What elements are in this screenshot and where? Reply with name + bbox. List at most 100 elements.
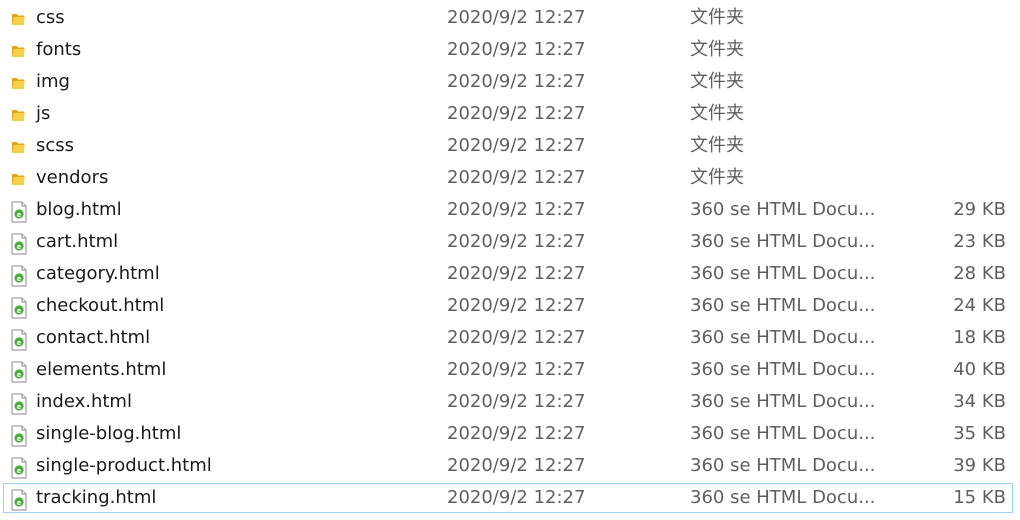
- svg-text:e: e: [17, 467, 22, 475]
- file-type: 文件夹: [690, 7, 744, 28]
- file-name: category.html: [36, 263, 160, 284]
- file-type: 360 se HTML Docu...: [690, 359, 876, 380]
- file-size: 23 KB: [953, 231, 1006, 252]
- folder-icon: [9, 137, 29, 157]
- file-name: single-product.html: [36, 455, 212, 476]
- file-row-css[interactable]: css 2020/9/2 12:27 文件夹: [3, 3, 1013, 33]
- file-type: 360 se HTML Docu...: [690, 327, 876, 348]
- file-modified: 2020/9/2 12:27: [447, 263, 586, 284]
- file-modified: 2020/9/2 12:27: [447, 231, 586, 252]
- svg-text:e: e: [17, 403, 22, 411]
- file-modified: 2020/9/2 12:27: [447, 423, 586, 444]
- html-file-icon: e: [9, 393, 29, 415]
- file-modified: 2020/9/2 12:27: [447, 487, 586, 508]
- file-name: tracking.html: [36, 487, 157, 508]
- file-type: 360 se HTML Docu...: [690, 263, 876, 284]
- file-modified: 2020/9/2 12:27: [447, 167, 586, 188]
- folder-icon: [9, 41, 29, 61]
- html-file-icon: e: [9, 233, 29, 255]
- file-type: 360 se HTML Docu...: [690, 295, 876, 316]
- html-file-icon: e: [9, 425, 29, 447]
- svg-text:e: e: [17, 371, 22, 379]
- file-row-tracking-html[interactable]: e tracking.html 2020/9/2 12:27 360 se HT…: [3, 483, 1013, 513]
- folder-icon: [9, 169, 29, 189]
- file-type: 文件夹: [690, 167, 744, 188]
- file-row-index-html[interactable]: e index.html 2020/9/2 12:27 360 se HTML …: [3, 387, 1013, 417]
- svg-text:e: e: [17, 435, 22, 443]
- svg-text:e: e: [17, 307, 22, 315]
- file-type: 360 se HTML Docu...: [690, 231, 876, 252]
- file-row-fonts[interactable]: fonts 2020/9/2 12:27 文件夹: [3, 35, 1013, 65]
- file-size: 29 KB: [953, 199, 1006, 220]
- file-name: contact.html: [36, 327, 151, 348]
- file-row-single-blog-html[interactable]: e single-blog.html 2020/9/2 12:27 360 se…: [3, 419, 1013, 449]
- folder-icon: [9, 73, 29, 93]
- file-name: img: [36, 71, 70, 92]
- file-modified: 2020/9/2 12:27: [447, 71, 586, 92]
- html-file-icon: e: [9, 361, 29, 383]
- file-row-blog-html[interactable]: e blog.html 2020/9/2 12:27 360 se HTML D…: [3, 195, 1013, 225]
- file-row-vendors[interactable]: vendors 2020/9/2 12:27 文件夹: [3, 163, 1013, 193]
- html-file-icon: e: [9, 265, 29, 287]
- file-type: 文件夹: [690, 135, 744, 156]
- file-row-cart-html[interactable]: e cart.html 2020/9/2 12:27 360 se HTML D…: [3, 227, 1013, 257]
- file-size: 18 KB: [953, 327, 1006, 348]
- file-size: 35 KB: [953, 423, 1006, 444]
- file-modified: 2020/9/2 12:27: [447, 327, 586, 348]
- file-name: js: [36, 103, 51, 124]
- file-type: 360 se HTML Docu...: [690, 391, 876, 412]
- file-name: vendors: [36, 167, 109, 188]
- file-type: 360 se HTML Docu...: [690, 455, 876, 476]
- file-name: cart.html: [36, 231, 119, 252]
- file-row-scss[interactable]: scss 2020/9/2 12:27 文件夹: [3, 131, 1013, 161]
- file-name: checkout.html: [36, 295, 165, 316]
- svg-text:e: e: [17, 275, 22, 283]
- file-name: blog.html: [36, 199, 122, 220]
- file-modified: 2020/9/2 12:27: [447, 103, 586, 124]
- file-modified: 2020/9/2 12:27: [447, 39, 586, 60]
- svg-text:e: e: [17, 243, 22, 251]
- html-file-icon: e: [9, 297, 29, 319]
- file-type: 文件夹: [690, 71, 744, 92]
- file-name: single-blog.html: [36, 423, 182, 444]
- folder-icon: [9, 9, 29, 29]
- file-size: 39 KB: [953, 455, 1006, 476]
- file-name: elements.html: [36, 359, 167, 380]
- file-size: 24 KB: [953, 295, 1006, 316]
- file-row-js[interactable]: js 2020/9/2 12:27 文件夹: [3, 99, 1013, 129]
- file-name: scss: [36, 135, 75, 156]
- file-size: 34 KB: [953, 391, 1006, 412]
- file-row-single-product-html[interactable]: e single-product.html 2020/9/2 12:27 360…: [3, 451, 1013, 481]
- file-name: fonts: [36, 39, 82, 60]
- file-modified: 2020/9/2 12:27: [447, 455, 586, 476]
- svg-text:e: e: [17, 499, 22, 507]
- file-row-category-html[interactable]: e category.html 2020/9/2 12:27 360 se HT…: [3, 259, 1013, 289]
- html-file-icon: e: [9, 329, 29, 351]
- html-file-icon: e: [9, 489, 29, 511]
- file-type: 360 se HTML Docu...: [690, 199, 876, 220]
- file-type: 文件夹: [690, 103, 744, 124]
- file-modified: 2020/9/2 12:27: [447, 295, 586, 316]
- html-file-icon: e: [9, 201, 29, 223]
- file-modified: 2020/9/2 12:27: [447, 199, 586, 220]
- file-row-checkout-html[interactable]: e checkout.html 2020/9/2 12:27 360 se HT…: [3, 291, 1013, 321]
- file-name: index.html: [36, 391, 132, 412]
- file-type: 360 se HTML Docu...: [690, 423, 876, 444]
- html-file-icon: e: [9, 457, 29, 479]
- file-modified: 2020/9/2 12:27: [447, 359, 586, 380]
- file-size: 28 KB: [953, 263, 1006, 284]
- file-row-elements-html[interactable]: e elements.html 2020/9/2 12:27 360 se HT…: [3, 355, 1013, 385]
- file-size: 40 KB: [953, 359, 1006, 380]
- svg-text:e: e: [17, 211, 22, 219]
- file-row-contact-html[interactable]: e contact.html 2020/9/2 12:27 360 se HTM…: [3, 323, 1013, 353]
- file-modified: 2020/9/2 12:27: [447, 391, 586, 412]
- file-modified: 2020/9/2 12:27: [447, 135, 586, 156]
- folder-icon: [9, 105, 29, 125]
- file-modified: 2020/9/2 12:27: [447, 7, 586, 28]
- file-name: css: [36, 7, 65, 28]
- svg-text:e: e: [17, 339, 22, 347]
- file-type: 360 se HTML Docu...: [690, 487, 876, 508]
- file-size: 15 KB: [953, 487, 1006, 508]
- file-row-img[interactable]: img 2020/9/2 12:27 文件夹: [3, 67, 1013, 97]
- file-type: 文件夹: [690, 39, 744, 60]
